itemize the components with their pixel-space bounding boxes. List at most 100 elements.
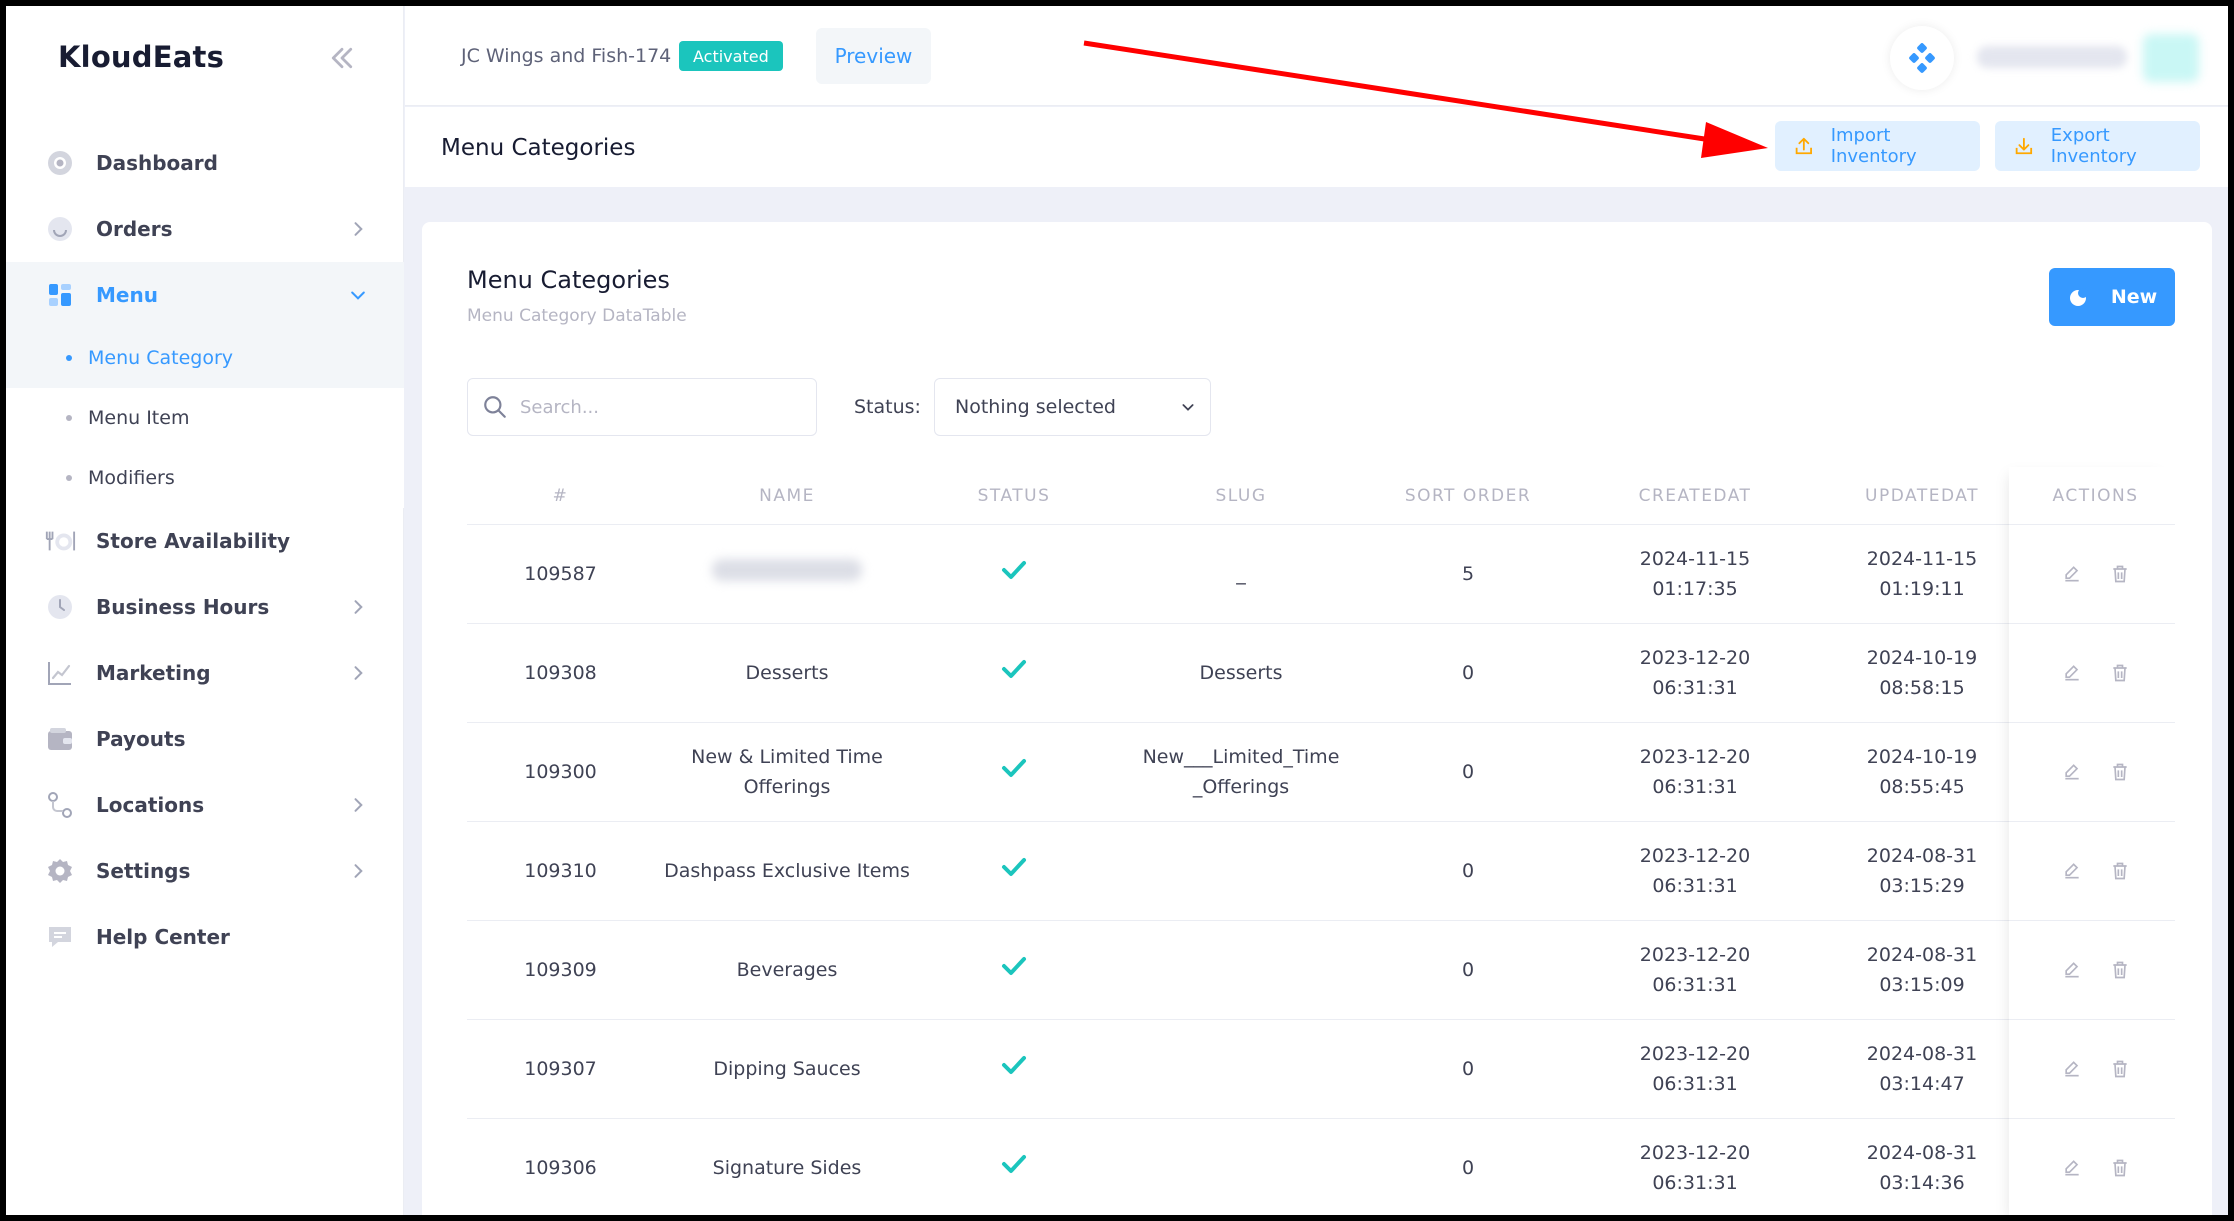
sidebar-item-marketing[interactable]: Marketing (6, 640, 404, 706)
chevron-down-icon (351, 291, 365, 300)
sidebar-item-label: Menu (96, 283, 158, 307)
cell-slug: Desserts (1199, 662, 1283, 684)
cell-id: 109306 (524, 1157, 597, 1179)
chevron-down-icon (1182, 404, 1194, 411)
cell-status (920, 856, 1108, 887)
cell-status (920, 559, 1108, 590)
edit-button[interactable] (2062, 762, 2082, 782)
edit-button[interactable] (2062, 564, 2082, 584)
sidebar-item-settings[interactable]: Settings (6, 838, 404, 904)
redacted-name (712, 558, 862, 581)
cell-createdat: 2023-12-20 06:31:31 (1562, 1039, 1828, 1099)
app-window: KloudEats Dashboard Orders Menu Menu Cat… (6, 6, 2228, 1215)
submenu-item-label: Menu Item (88, 407, 190, 429)
created-date: 2024-11-15 (1639, 548, 1751, 570)
cell-updatedat: 2024-10-19 08:55:45 (1828, 742, 2016, 802)
app-logo-button[interactable] (1890, 26, 1954, 90)
cell-createdat: 2023-12-20 06:31:31 (1562, 841, 1828, 901)
column-header-actions: ACTIONS (2052, 485, 2139, 506)
export-inventory-button[interactable]: Export Inventory (1995, 121, 2200, 171)
cell-updatedat: 2024-10-19 08:58:15 (1828, 643, 2016, 703)
import-inventory-label: Import Inventory (1830, 125, 1917, 167)
column-header-id[interactable]: # (467, 486, 654, 506)
sidebar-item-store-availability[interactable]: Store Availability (6, 508, 404, 574)
cell-name: Dipping Sauces (654, 1054, 920, 1084)
created-date: 2023-12-20 (1639, 1142, 1751, 1164)
column-header-status[interactable]: STATUS (920, 486, 1108, 506)
cell-name: Signature Sides (654, 1153, 920, 1183)
avatar[interactable] (2143, 34, 2199, 82)
sidebar-item-help-center[interactable]: Help Center (6, 904, 404, 970)
delete-button[interactable] (2110, 1059, 2130, 1079)
cell-updatedat: 2024-08-31 03:14:36 (1828, 1138, 2016, 1198)
sidebar-item-payouts[interactable]: Payouts (6, 706, 404, 772)
cell-actions (2016, 1158, 2175, 1178)
column-header-name[interactable]: NAME (654, 486, 920, 506)
column-header-createdat[interactable]: CREATEDAT (1562, 486, 1828, 506)
submenu-item-menu-category[interactable]: Menu Category (6, 328, 404, 388)
created-time: 06:31:31 (1652, 1172, 1738, 1194)
delete-button[interactable] (2110, 663, 2130, 683)
edit-button[interactable] (2062, 1158, 2082, 1178)
edit-button[interactable] (2062, 960, 2082, 980)
cell-createdat: 2023-12-20 06:31:31 (1562, 940, 1828, 1000)
status-filter-select[interactable]: Nothing selected (934, 378, 1211, 436)
table-row: 109310 Dashpass Exclusive Items 0 2023-12-2… (467, 822, 2175, 921)
delete-button[interactable] (2110, 1158, 2130, 1178)
cell-name-text: New & Limited Time Offerings (691, 746, 883, 798)
submenu-item-menu-item[interactable]: Menu Item (6, 388, 404, 448)
sidebar-item-menu[interactable]: Menu (6, 262, 404, 328)
sidebar-item-label: Dashboard (96, 151, 218, 175)
import-inventory-button[interactable]: Import Inventory (1775, 121, 1980, 171)
cell-name: Beverages (654, 955, 920, 985)
cell-slug: New___Limited_Time _Offerings (1142, 746, 1340, 798)
chevron-right-icon (354, 666, 363, 680)
sidebar-item-business-hours[interactable]: Business Hours (6, 574, 404, 640)
column-header-slug[interactable]: SLUG (1108, 486, 1374, 506)
updated-time: 01:19:11 (1879, 578, 1965, 600)
subheader: Menu Categories Import Inventory Export … (405, 107, 2228, 187)
column-header-sort-order[interactable]: SORT ORDER (1374, 486, 1562, 506)
cell-actions (2016, 1059, 2175, 1079)
preview-button[interactable]: Preview (816, 28, 931, 84)
delete-button[interactable] (2110, 960, 2130, 980)
cell-id: 109310 (524, 860, 597, 882)
updated-time: 03:14:36 (1879, 1172, 1965, 1194)
edit-icon (2064, 1061, 2079, 1077)
edit-button[interactable] (2062, 1059, 2082, 1079)
submenu-item-modifiers[interactable]: Modifiers (6, 448, 404, 508)
user-name-redacted[interactable] (1977, 46, 2127, 68)
menu-submenu: Menu Category Menu Item Modifiers (6, 328, 404, 508)
cell-createdat: 2023-12-20 06:31:31 (1562, 643, 1828, 703)
card-subtitle: Menu Category DataTable (467, 306, 687, 326)
collapse-sidebar-button[interactable] (324, 40, 360, 76)
trash-icon (2112, 763, 2127, 781)
brand-logo: KloudEats (58, 40, 225, 74)
delete-button[interactable] (2110, 762, 2130, 782)
cell-name-text: Dipping Sauces (713, 1058, 861, 1080)
column-header-updatedat[interactable]: UPDATEDAT (1828, 486, 2016, 506)
location-icon (44, 789, 76, 821)
status-filter-label: Status: (854, 396, 921, 418)
sidebar-item-dashboard[interactable]: Dashboard (6, 130, 404, 196)
new-category-button[interactable]: New (2049, 268, 2175, 326)
cell-name (654, 558, 920, 590)
page-title: Menu Categories (441, 135, 636, 161)
check-icon (1002, 956, 1026, 975)
sidebar-item-label: Store Availability (96, 529, 291, 553)
cell-sort-order: 0 (1461, 662, 1475, 684)
cell-sort-order: 0 (1461, 860, 1475, 882)
cell-id: 109309 (524, 959, 597, 981)
search-input[interactable] (520, 396, 800, 418)
cell-updatedat: 2024-08-31 03:15:09 (1828, 940, 2016, 1000)
sidebar-item-locations[interactable]: Locations (6, 772, 404, 838)
created-time: 06:31:31 (1652, 1073, 1738, 1095)
check-icon (1002, 659, 1026, 678)
delete-button[interactable] (2110, 564, 2130, 584)
edit-button[interactable] (2062, 663, 2082, 683)
sidebar-item-orders[interactable]: Orders (6, 196, 404, 262)
edit-button[interactable] (2062, 861, 2082, 881)
cell-status (920, 1054, 1108, 1085)
delete-button[interactable] (2110, 861, 2130, 881)
sidebar-item-label: Marketing (96, 661, 211, 685)
